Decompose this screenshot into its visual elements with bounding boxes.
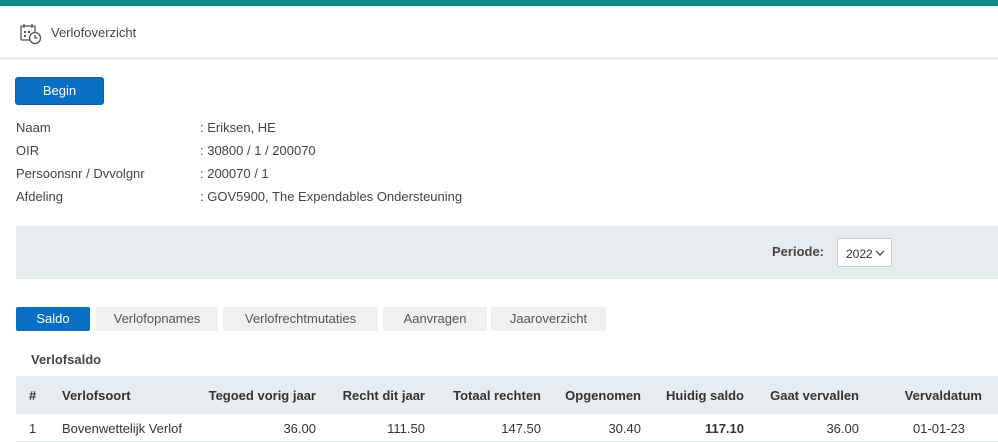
cell-verlofsoort: Bovenwettelijk Verlof	[62, 421, 182, 436]
calendar-clock-icon	[20, 24, 42, 45]
info-label: Persoonsnr / Dvvolgnr	[16, 166, 145, 181]
periode-select-value: 2022	[846, 247, 873, 261]
tab-verlofrechtmutaties[interactable]: Verlofrechtmutaties	[223, 307, 378, 331]
info-row-naam: Naam : Eriksen, HE	[16, 120, 616, 140]
cell-tegoed: 36.00	[283, 421, 316, 436]
section-title: Verlofsaldo	[31, 352, 102, 367]
col-header-nr: #	[29, 388, 37, 403]
begin-button[interactable]: Begin	[15, 77, 104, 105]
info-value: : 200070 / 1	[200, 166, 269, 181]
periode-select[interactable]: 2022	[837, 238, 892, 267]
cell-nr: 1	[29, 421, 37, 436]
col-header-huidig-saldo: Huidig saldo	[666, 388, 744, 403]
info-value: : 30800 / 1 / 200070	[200, 143, 316, 158]
page-title: Verlofoverzicht	[51, 25, 137, 40]
info-value: : GOV5900, The Expendables Ondersteuning	[200, 189, 463, 204]
periode-filter-bar: Periode: 2022	[16, 226, 998, 279]
table-row: 1 Bovenwettelijk Verlof 36.00 111.50 147…	[16, 414, 998, 442]
col-header-opgenomen: Opgenomen	[565, 388, 641, 403]
col-header-tegoed: Tegoed vorig jaar	[208, 388, 316, 403]
cell-recht: 111.50	[387, 421, 425, 436]
col-header-recht: Recht dit jaar	[342, 388, 425, 403]
tab-verlofopnames[interactable]: Verlofopnames	[96, 307, 218, 331]
cell-totaal: 147.50	[501, 421, 541, 436]
info-label: OIR	[16, 143, 40, 158]
periode-label: Periode:	[772, 244, 825, 259]
info-row-oir: OIR : 30800 / 1 / 200070	[16, 143, 616, 163]
info-value: : Eriksen, HE	[200, 120, 276, 135]
info-row-persoonsnr: Persoonsnr / Dvvolgnr : 200070 / 1	[16, 166, 616, 186]
col-header-verlofsoort: Verlofsoort	[62, 388, 131, 403]
tab-jaaroverzicht[interactable]: Jaaroverzicht	[491, 307, 606, 331]
cell-gaat-vervallen: 36.00	[826, 421, 859, 436]
cell-vervaldatum: 01-01-23	[912, 421, 965, 436]
col-header-gaat-vervallen: Gaat vervallen	[770, 388, 859, 403]
col-header-totaal: Totaal rechten	[453, 388, 541, 403]
cell-huidig-saldo: 117.10	[704, 421, 744, 436]
tab-aanvragen[interactable]: Aanvragen	[383, 307, 487, 331]
tab-saldo[interactable]: Saldo	[16, 307, 90, 331]
cell-opgenomen: 30.40	[608, 421, 641, 436]
info-label: Naam	[16, 120, 51, 135]
info-label: Afdeling	[16, 189, 63, 204]
col-header-vervaldatum: Vervaldatum	[904, 388, 982, 403]
page-header: Verlofoverzicht	[0, 6, 998, 60]
info-row-afdeling: Afdeling : GOV5900, The Expendables Onde…	[16, 189, 616, 209]
table-header: # Verlofsoort Tegoed vorig jaar Recht di…	[16, 376, 998, 414]
chevron-down-icon	[875, 250, 885, 256]
